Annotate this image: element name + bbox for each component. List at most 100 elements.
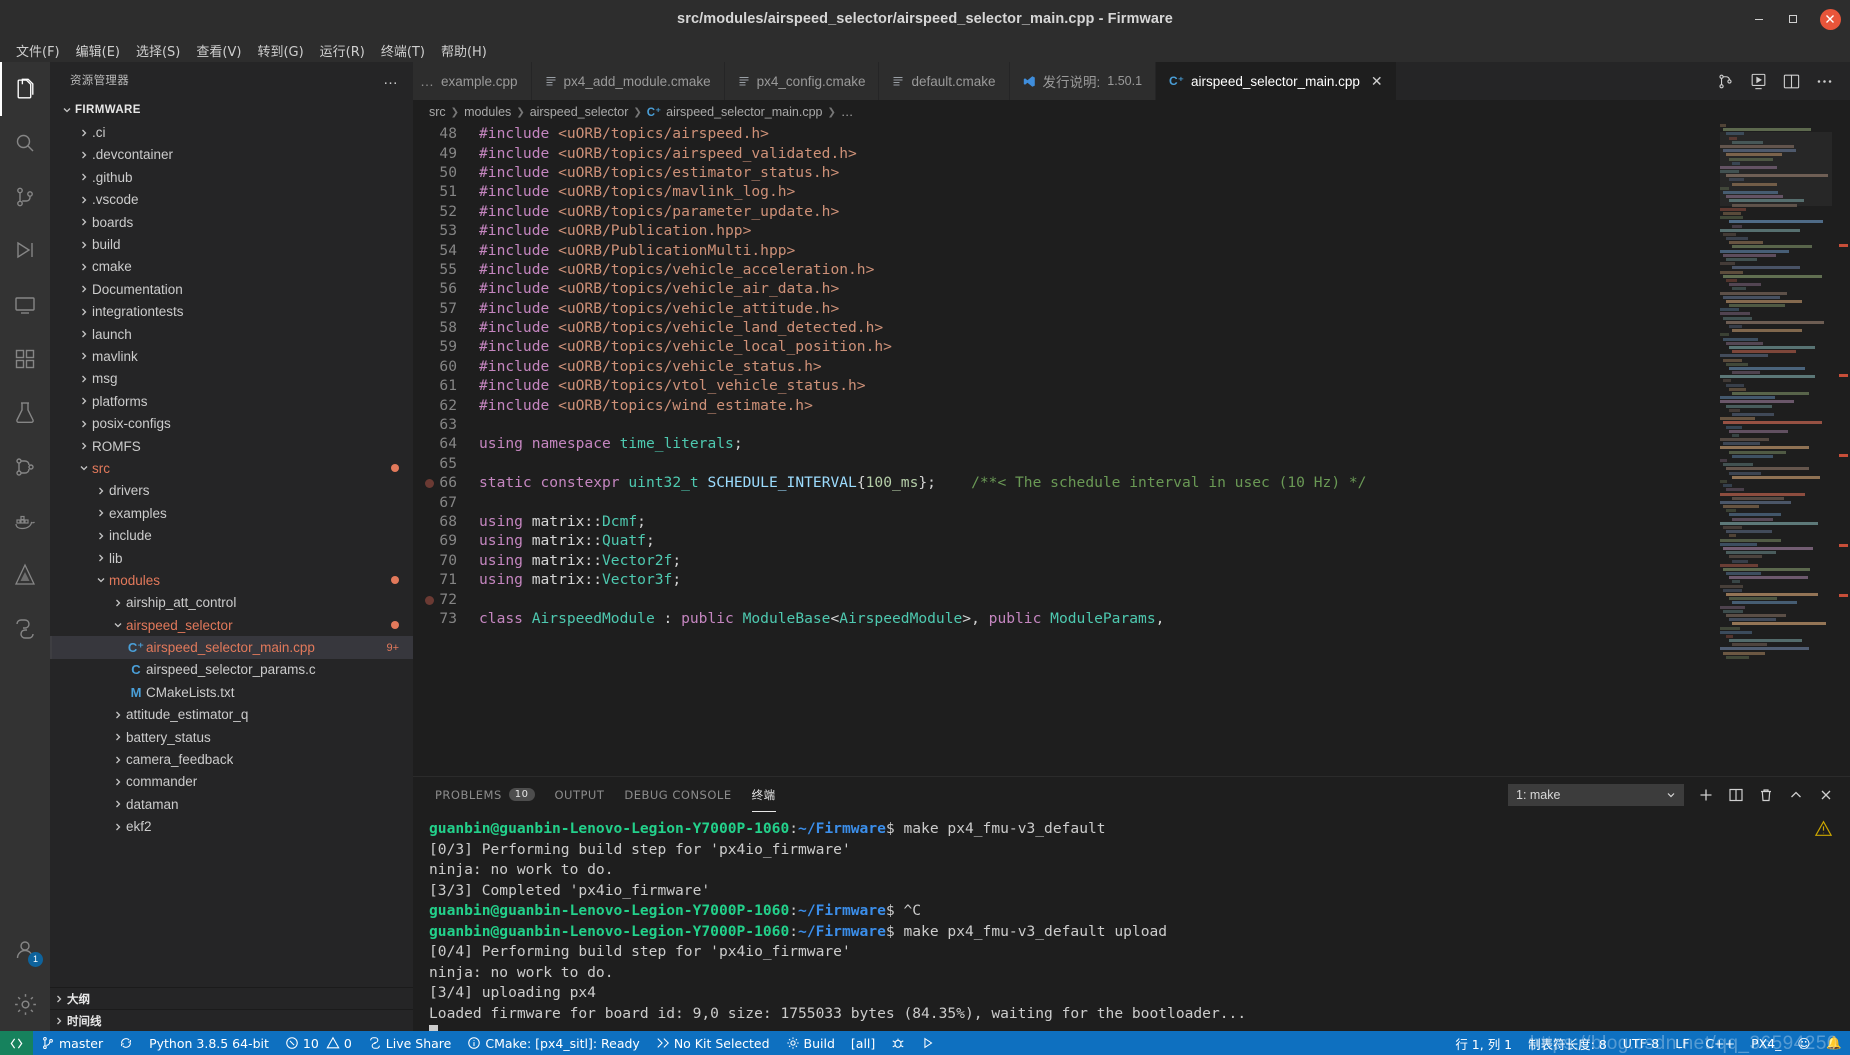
tree-folder-item[interactable]: ROMFS [50, 435, 413, 457]
activity-cmake[interactable] [0, 548, 50, 602]
activity-gitlens[interactable] [0, 440, 50, 494]
code-line[interactable]: 68 using matrix::Dcmf; [413, 512, 1850, 531]
menu-run[interactable]: 运行(R) [312, 39, 373, 62]
tree-root-firmware[interactable]: FIRMWARE [50, 99, 413, 121]
editor-tab[interactable]: px4_config.cmake [724, 62, 880, 100]
code-line[interactable]: 64 using namespace time_literals; [413, 434, 1850, 453]
sidebar-section-outline[interactable]: 大纲 [50, 987, 413, 1009]
minimize-button[interactable] [1742, 0, 1776, 38]
code-line[interactable]: 69 using matrix::Quatf; [413, 531, 1850, 550]
status-notifications-icon[interactable]: 🔔 [1818, 1031, 1850, 1055]
code-editor[interactable]: 48 #include <uORB/topics/airspeed.h> 49 #in… [413, 124, 1850, 776]
code-line[interactable]: 60 #include <uORB/topics/vehicle_status.h… [413, 357, 1850, 376]
tree-folder-item[interactable]: commander [50, 771, 413, 793]
breakpoint-icon[interactable] [425, 479, 434, 489]
tree-folder-item[interactable]: examples [50, 502, 413, 524]
tree-folder-item[interactable]: boards [50, 211, 413, 233]
status-live-share[interactable]: Live Share [360, 1031, 460, 1055]
status-tab-size[interactable]: 制表符长度: 8 [1520, 1031, 1615, 1055]
status-debug-config[interactable] [883, 1031, 913, 1055]
breadcrumb-item[interactable]: modules [464, 105, 511, 119]
activity-remote-explorer[interactable] [0, 278, 50, 332]
editor-tab[interactable]: C⁺ airspeed_selector_main.cpp ✕ [1156, 62, 1397, 100]
code-line[interactable]: 70 using matrix::Vector2f; [413, 551, 1850, 570]
status-problems[interactable]: 10 0 [277, 1031, 360, 1055]
activity-source-control[interactable] [0, 170, 50, 224]
editor-tab[interactable]: default.cmake [879, 62, 1010, 100]
kill-terminal-icon[interactable] [1758, 787, 1774, 803]
menu-edit[interactable]: 编辑(E) [68, 39, 128, 62]
editor-scrollbar[interactable] [1832, 124, 1850, 776]
maximize-button[interactable] [1776, 0, 1810, 38]
tree-folder-item[interactable]: camera_feedback [50, 748, 413, 770]
new-terminal-icon[interactable] [1698, 787, 1714, 803]
tree-file-item[interactable]: Cairspeed_selector_params.c [50, 659, 413, 681]
warning-icon[interactable] [1815, 820, 1832, 837]
tree-folder-item[interactable]: lib [50, 547, 413, 569]
breakpoint-icon[interactable] [425, 595, 434, 605]
tree-folder-item[interactable]: .github [50, 166, 413, 188]
more-actions-icon[interactable] [1815, 72, 1834, 91]
editor-tab[interactable]: 发行说明: 1.50.1 [1009, 62, 1157, 100]
tree-folder-item[interactable]: Documentation [50, 278, 413, 300]
panel-tab-problems[interactable]: PROBLEMS 10 [435, 777, 535, 812]
status-launch[interactable] [913, 1031, 943, 1055]
panel-tab-debug-console[interactable]: DEBUG CONSOLE [624, 777, 731, 812]
activity-run-debug[interactable] [0, 224, 50, 278]
run-icon[interactable] [1749, 72, 1768, 91]
sidebar-more-icon[interactable]: … [383, 71, 399, 88]
close-panel-icon[interactable] [1818, 787, 1834, 803]
code-line[interactable]: 54 #include <uORB/PublicationMulti.hpp> [413, 240, 1850, 259]
status-kit-selector[interactable]: No Kit Selected [648, 1031, 778, 1055]
code-line[interactable]: 61 #include <uORB/topics/vtol_vehicle_sta… [413, 376, 1850, 395]
code-line[interactable]: 49 #include <uORB/topics/airspeed_validat… [413, 143, 1850, 162]
status-python-version[interactable]: Python 3.8.5 64-bit [141, 1031, 277, 1055]
menu-select[interactable]: 选择(S) [128, 39, 188, 62]
tree-file-item[interactable]: C⁺ airspeed_selector_main.cpp 9+ [50, 636, 413, 660]
code-line[interactable]: 53 #include <uORB/Publication.hpp> [413, 221, 1850, 240]
tree-folder-item[interactable]: src [50, 457, 413, 479]
status-cmake-target[interactable]: PX4_ [1743, 1031, 1789, 1055]
code-line[interactable]: 63 [413, 415, 1850, 434]
tree-file-item[interactable]: M CMakeLists.txt [50, 681, 413, 703]
code-line[interactable]: 71 using matrix::Vector3f; [413, 570, 1850, 589]
status-remote-indicator[interactable] [0, 1031, 33, 1055]
tree-folder-item[interactable]: battery_status [50, 726, 413, 748]
tab-close-icon[interactable]: ✕ [1371, 73, 1383, 90]
menu-help[interactable]: 帮助(H) [433, 39, 495, 62]
code-line[interactable]: 51 #include <uORB/topics/mavlink_log.h> [413, 182, 1850, 201]
tree-folder-item[interactable]: attitude_estimator_q [50, 704, 413, 726]
tree-folder-item[interactable]: include [50, 524, 413, 546]
split-in-group-icon[interactable] [1716, 72, 1735, 91]
code-line[interactable]: 56 #include <uORB/topics/vehicle_air_data… [413, 279, 1850, 298]
split-terminal-icon[interactable] [1728, 787, 1744, 803]
tree-folder-item[interactable]: airship_att_control [50, 592, 413, 614]
terminal-output[interactable]: guanbin@guanbin-Lenovo-Legion-Y7000P-106… [413, 812, 1850, 1031]
code-line[interactable]: 57 #include <uORB/topics/vehicle_attitude… [413, 299, 1850, 318]
code-line[interactable]: 58 #include <uORB/topics/vehicle_land_det… [413, 318, 1850, 337]
breadcrumb[interactable]: src ❯ modules ❯ airspeed_selector ❯ C⁺ airspeed… [413, 100, 1850, 124]
maximize-panel-icon[interactable] [1788, 787, 1804, 803]
code-line[interactable]: 73 class AirspeedModule : public ModuleBa… [413, 609, 1850, 628]
status-build-target[interactable]: [all] [843, 1031, 883, 1055]
menu-view[interactable]: 查看(V) [188, 39, 249, 62]
tree-folder-item[interactable]: .ci [50, 121, 413, 143]
tabs-overflow-icon[interactable]: … [413, 62, 441, 100]
code-lines[interactable]: 48 #include <uORB/topics/airspeed.h> 49 #in… [413, 124, 1850, 776]
code-line[interactable]: 59 #include <uORB/topics/vehicle_local_po… [413, 337, 1850, 356]
activity-explorer[interactable] [0, 62, 50, 116]
status-language-mode[interactable]: C++ [1697, 1031, 1743, 1055]
status-cursor-position[interactable]: 行 1, 列 1 [1447, 1031, 1520, 1055]
tree-folder-item[interactable]: drivers [50, 480, 413, 502]
tree-folder-item[interactable]: msg [50, 368, 413, 390]
tree-folder-item[interactable]: integrationtests [50, 301, 413, 323]
tree-folder-item[interactable]: mavlink [50, 345, 413, 367]
tree-folder-item[interactable]: dataman [50, 793, 413, 815]
breadcrumb-item[interactable]: airspeed_selector_main.cpp [666, 105, 822, 119]
tree-folder-item[interactable]: launch [50, 323, 413, 345]
tree-folder-item[interactable]: .devcontainer [50, 144, 413, 166]
code-line[interactable]: 72 [413, 589, 1850, 608]
status-sync[interactable] [111, 1031, 141, 1055]
code-line[interactable]: 62 #include <uORB/topics/wind_estimate.h> [413, 395, 1850, 414]
status-branch[interactable]: master [33, 1031, 111, 1055]
